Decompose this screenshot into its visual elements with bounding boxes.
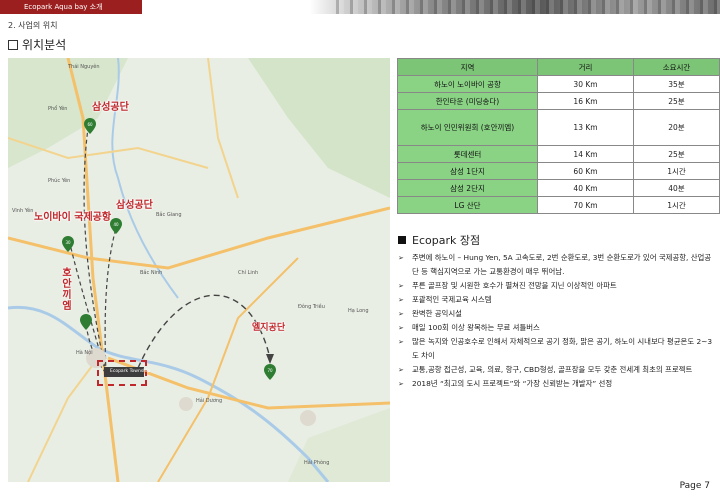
arrow-bullet-icon: ➢ xyxy=(398,282,404,290)
samsung-label: 삼성공단 xyxy=(92,102,129,113)
region-cell: 한인타운 (미딩송다) xyxy=(397,92,538,110)
time-cell: 1시간 xyxy=(633,196,720,214)
map-pin-icon: 70 xyxy=(264,364,276,380)
time-cell: 25분 xyxy=(633,145,720,163)
table-row: LG 산단 70 Km 1시간 xyxy=(397,196,720,214)
header-tab: Ecopark Aqua bay 소개 xyxy=(0,0,142,14)
list-item-text: 포괄적인 국제교육 시스템 xyxy=(412,295,492,304)
region-cell: 하노이 인민위원회 (호안끼엠) xyxy=(397,109,538,146)
map-place-label: Hải Dương xyxy=(196,398,223,404)
noibai-label: 노이바이 국제공항 xyxy=(34,212,112,223)
table-row: 삼성 1단지 60 Km 1시간 xyxy=(397,162,720,180)
distance-cell: 40 Km xyxy=(537,179,634,197)
svg-text:60: 60 xyxy=(87,122,93,127)
map-place-label: Hạ Long xyxy=(348,308,369,314)
table-row: 하노이 노이바이 공항 30 Km 35분 xyxy=(397,75,720,93)
merits-title: Ecopark 장점 xyxy=(398,232,480,248)
map-place-label: Bắc Ninh xyxy=(140,270,163,276)
list-item-text: 완벽한 공익시설 xyxy=(412,309,462,318)
map-pin-icon: 30 xyxy=(62,236,74,252)
list-item: ➢ 푸른 골프장 및 시원한 호수가 펼쳐진 전망을 지닌 이상적인 아파트 xyxy=(398,279,716,293)
map-pin-icon: 60 xyxy=(84,118,96,134)
distance-cell: 70 Km xyxy=(537,196,634,214)
svg-text:30: 30 xyxy=(65,240,71,245)
distance-cell: 60 Km xyxy=(537,162,634,180)
arrow-bullet-icon: ➢ xyxy=(398,296,404,304)
region-cell: 롯데센터 xyxy=(397,145,538,163)
merits-list: ➢ 주변에 하노이 – Hung Yen, 5A 고속도로, 2번 순환도로, 3… xyxy=(398,251,716,391)
list-item-text: 매일 100회 이상 왕복하는 무료 셔틀버스 xyxy=(412,323,540,332)
sub-title: 위치분석 xyxy=(8,36,66,53)
region-cell: LG 산단 xyxy=(397,196,538,214)
list-item: ➢ 주변에 하노이 – Hung Yen, 5A 고속도로, 2번 순환도로, 3… xyxy=(398,251,716,279)
distance-cell: 30 Km xyxy=(537,75,634,93)
map-place-label: Phổ Yên xyxy=(48,106,68,112)
list-item: ➢ 교통,공항 접근성, 교육, 의료, 항구, CBD형성, 골프장을 모두 갖… xyxy=(398,363,716,377)
time-cell: 20분 xyxy=(633,109,720,146)
lg-label: 엘지공단 xyxy=(252,323,286,333)
map-pin-icon xyxy=(80,314,92,330)
map-place-label: Thái Nguyên xyxy=(68,64,100,70)
region-cell: 하노이 노이바이 공항 xyxy=(397,75,538,93)
time-cell: 35분 xyxy=(633,75,720,93)
time-cell: 1시간 xyxy=(633,162,720,180)
table-row: 한인타운 (미딩송다) 16 Km 25분 xyxy=(397,92,720,110)
column-header: 지역 xyxy=(397,58,538,76)
list-item-text: 많은 녹지와 인공호수로 인해서 자체적으로 공기 정화, 맑은 공기, 하노이… xyxy=(412,337,713,360)
list-item: ➢ 2018년 “최고의 도시 프로젝트”와 “가장 신뢰받는 개발자” 선정 xyxy=(398,377,716,391)
table-row: 삼성 2단지 40 Km 40분 xyxy=(397,179,720,197)
region-cell: 삼성 1단지 xyxy=(397,162,538,180)
svg-text:70: 70 xyxy=(267,368,273,373)
arrow-bullet-icon: ➢ xyxy=(398,380,404,388)
distance-table: 지역 거리 소요시간 하노이 노이바이 공항 30 Km 35분 한인타운 (미… xyxy=(397,58,720,214)
distance-cell: 14 Km xyxy=(537,145,634,163)
time-cell: 25분 xyxy=(633,92,720,110)
column-header: 거리 xyxy=(537,58,634,76)
svg-text:40: 40 xyxy=(113,222,119,227)
list-item-text: 주변에 하노이 – Hung Yen, 5A 고속도로, 2번 순환도로, 3번… xyxy=(412,253,712,276)
region-cell: 삼성 2단지 xyxy=(397,179,538,197)
header-banner: Ecopark Aqua bay 소개 xyxy=(0,0,720,14)
arrow-bullet-icon: ➢ xyxy=(398,254,404,262)
distance-cell: 16 Km xyxy=(537,92,634,110)
list-item: ➢ 많은 녹지와 인공호수로 인해서 자체적으로 공기 정화, 맑은 공기, 하노… xyxy=(398,335,716,363)
list-item: ➢ 매일 100회 이상 왕복하는 무료 셔틀버스 xyxy=(398,321,716,335)
distance-cell: 13 Km xyxy=(537,109,634,146)
map-place-label: Bắc Giang xyxy=(156,212,182,218)
page-number: Page 7 xyxy=(679,481,710,491)
map-place-label: Vĩnh Yên xyxy=(12,208,34,214)
ecopark-marker: Ecopark Township xyxy=(104,367,150,377)
map-place-label: Đông Triều xyxy=(298,304,325,310)
table-header-row: 지역 거리 소요시간 xyxy=(397,58,720,76)
skyline-image xyxy=(330,0,720,14)
merits-title-label: Ecopark 장점 xyxy=(412,234,481,247)
table-row: 롯데센터 14 Km 25분 xyxy=(397,145,720,163)
arrow-bullet-icon: ➢ xyxy=(398,366,404,374)
checkbox-icon xyxy=(8,39,18,50)
list-item: ➢ 포괄적인 국제교육 시스템 xyxy=(398,293,716,307)
samsung-label: 삼성공단 xyxy=(116,200,153,211)
list-item-text: 교통,공항 접근성, 교육, 의료, 항구, CBD형성, 골프장을 모두 갖춘… xyxy=(412,365,693,374)
square-bullet-icon xyxy=(398,236,406,244)
time-cell: 40분 xyxy=(633,179,720,197)
section-title: 2. 사업의 위치 xyxy=(8,21,58,30)
arrow-bullet-icon: ➢ xyxy=(398,338,404,346)
sub-title-label: 위치분석 xyxy=(22,38,67,52)
list-item-text: 푸른 골프장 및 시원한 호수가 펼쳐진 전망을 지닌 이상적인 아파트 xyxy=(412,281,617,290)
list-item: ➢ 완벽한 공익시설 xyxy=(398,307,716,321)
map-place-label: Chí Linh xyxy=(238,270,259,276)
map-place-label: Phúc Yên xyxy=(48,178,71,184)
table-row: 하노이 인민위원회 (호안끼엠) 13 Km 20분 xyxy=(397,109,720,146)
location-map: Thái Nguyên Phổ Yên Phúc Yên Vĩnh Yên Bắ… xyxy=(8,58,390,482)
arrow-bullet-icon: ➢ xyxy=(398,310,404,318)
hoankiem-label: 호안끼엠 xyxy=(62,268,72,312)
map-place-label: Hải Phòng xyxy=(304,460,330,466)
map-pin-icon: 40 xyxy=(110,218,122,234)
arrow-bullet-icon: ➢ xyxy=(398,324,404,332)
list-item-text: 2018년 “최고의 도시 프로젝트”와 “가장 신뢰받는 개발자” 선정 xyxy=(412,379,613,388)
column-header: 소요시간 xyxy=(633,58,720,76)
map-place-label: Hà Nội xyxy=(76,350,93,356)
